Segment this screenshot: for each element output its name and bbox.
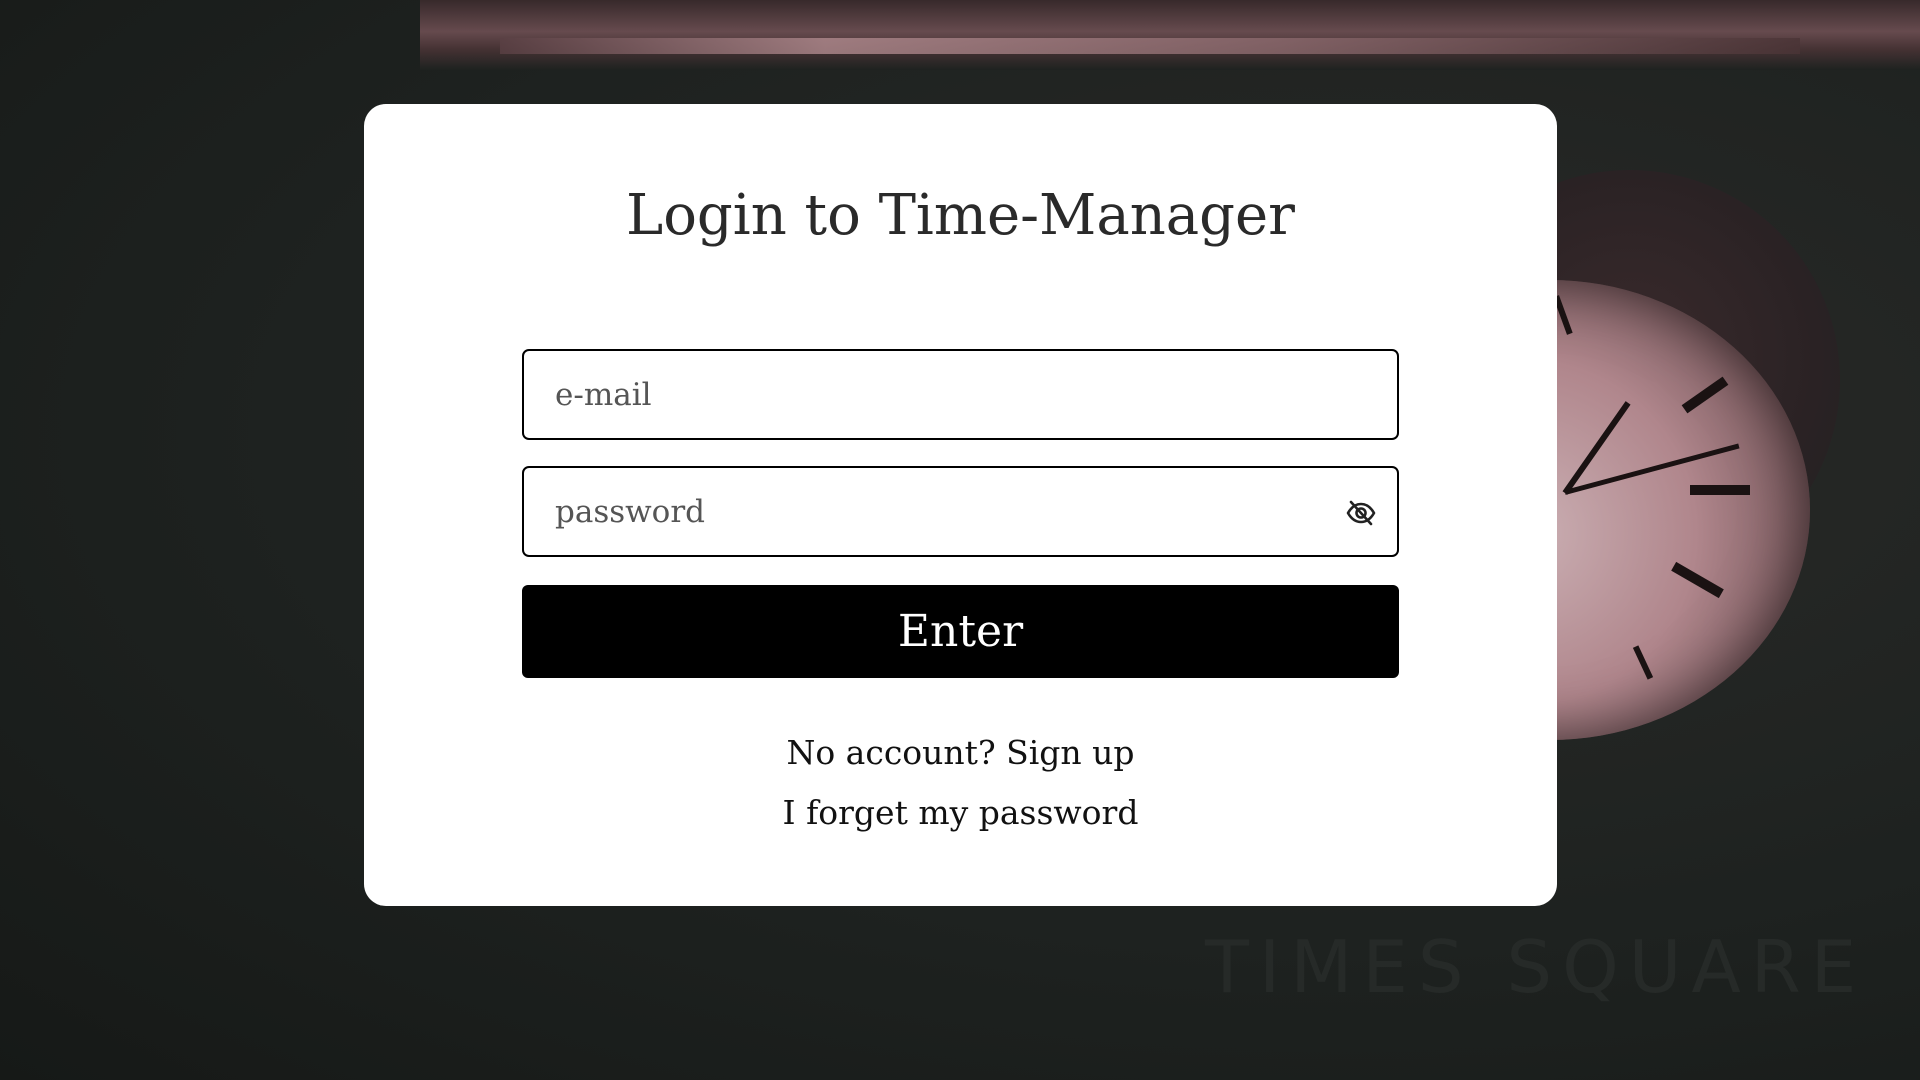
email-input[interactable]	[524, 351, 1397, 438]
page-title: Login to Time-Manager	[626, 183, 1295, 248]
enter-button[interactable]: Enter	[522, 585, 1399, 678]
forgot-password-link[interactable]: I forget my password	[364, 796, 1557, 829]
eye-slash-icon[interactable]	[1341, 493, 1381, 533]
email-field-container	[522, 349, 1399, 440]
signup-link[interactable]: No account? Sign up	[364, 736, 1557, 769]
password-field-container	[522, 466, 1399, 557]
background-shelf	[420, 0, 1920, 70]
background-shelf-highlight	[500, 38, 1800, 54]
login-card: Login to Time-Manager Enter No account? …	[364, 104, 1557, 906]
clock-numeral	[1690, 485, 1750, 495]
password-input[interactable]	[524, 468, 1397, 555]
background-watermark: TIMES SQUARE	[1205, 925, 1867, 1009]
